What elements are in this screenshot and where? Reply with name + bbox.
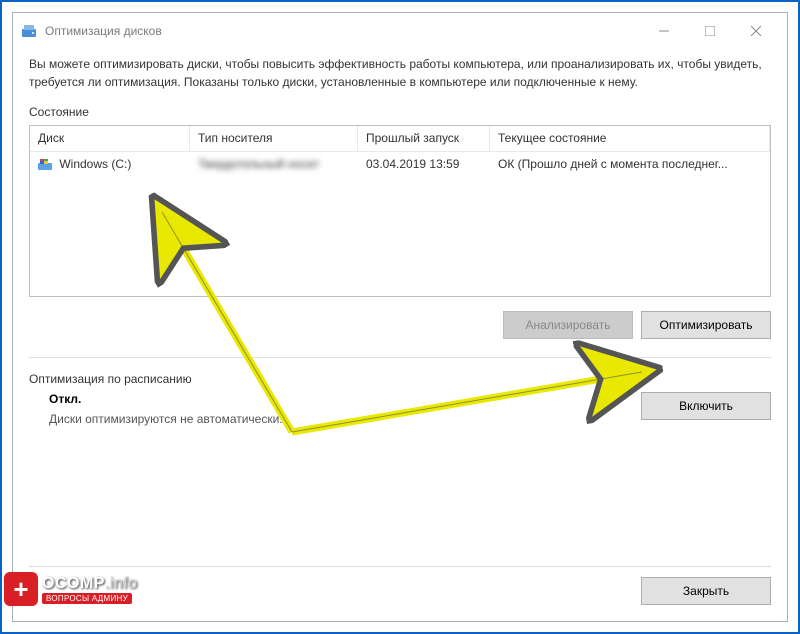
drive-row[interactable]: Windows (C:) Твердотельный носит 03.04.2… [30, 152, 770, 176]
drive-list[interactable]: Диск Тип носителя Прошлый запуск Текущее… [29, 125, 771, 297]
column-disk[interactable]: Диск [30, 126, 190, 151]
status-cell: ОК (Прошло дней с момента последнег... [490, 157, 770, 171]
window-title: Оптимизация дисков [45, 24, 641, 38]
watermark-brand: OCOMP.info [42, 575, 138, 593]
schedule-description: Диски оптимизируются не автоматически. [49, 412, 641, 426]
close-button[interactable] [733, 16, 779, 46]
column-last-run[interactable]: Прошлый запуск [358, 126, 490, 151]
schedule-section-label: Оптимизация по расписанию [29, 372, 771, 386]
status-section-label: Состояние [29, 105, 771, 119]
divider [29, 357, 771, 358]
drive-name: Windows (C:) [59, 157, 131, 171]
schedule-status: Откл. [49, 392, 641, 406]
watermark: + OCOMP.info ВОПРОСЫ АДМИНУ [4, 572, 138, 606]
enable-button[interactable]: Включить [641, 392, 771, 420]
titlebar: Оптимизация дисков [13, 13, 787, 49]
app-icon [21, 23, 37, 39]
minimize-button[interactable] [641, 16, 687, 46]
watermark-plus-icon: + [4, 572, 38, 606]
close-dialog-button[interactable]: Закрыть [641, 577, 771, 605]
media-type-cell: Твердотельный носит [190, 157, 358, 171]
maximize-button[interactable] [687, 16, 733, 46]
optimize-drives-window: Оптимизация дисков Вы можете оптимизиров… [12, 12, 788, 622]
last-run-cell: 03.04.2019 13:59 [358, 157, 490, 171]
drive-icon [38, 159, 52, 171]
optimize-button[interactable]: Оптимизировать [641, 311, 771, 339]
description-text: Вы можете оптимизировать диски, чтобы по… [29, 55, 771, 91]
drive-name-cell: Windows (C:) [30, 157, 190, 171]
column-media-type[interactable]: Тип носителя [190, 126, 358, 151]
list-header: Диск Тип носителя Прошлый запуск Текущее… [30, 126, 770, 152]
analyze-button: Анализировать [503, 311, 633, 339]
watermark-tagline: ВОПРОСЫ АДМИНУ [42, 593, 132, 604]
column-current-status[interactable]: Текущее состояние [490, 126, 770, 151]
